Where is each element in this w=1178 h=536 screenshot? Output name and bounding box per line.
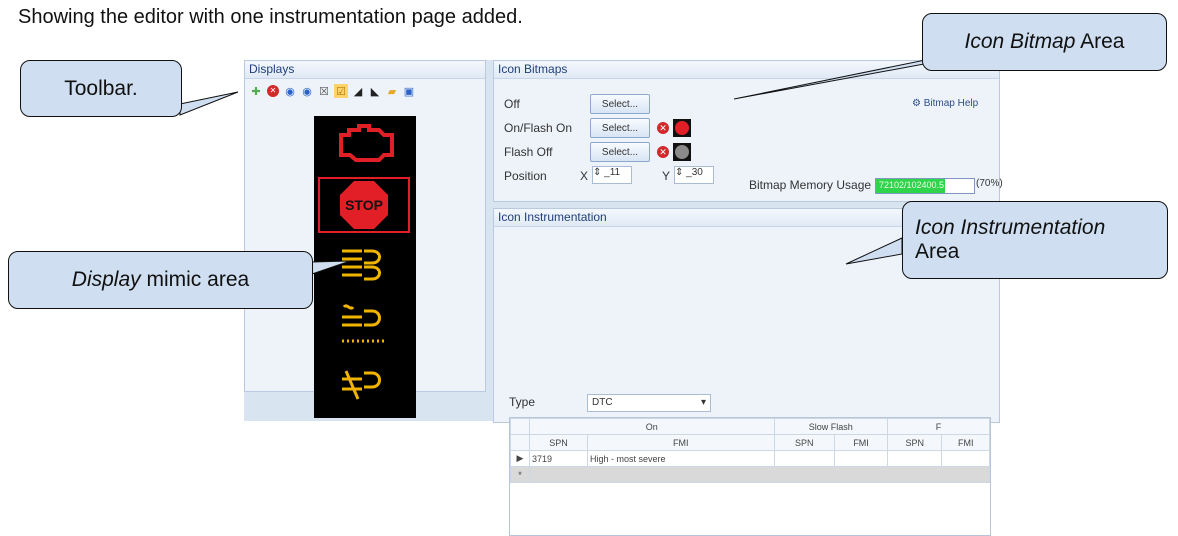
row-header	[510, 434, 530, 451]
new-row-area[interactable]	[529, 466, 990, 483]
row-selector-icon[interactable]: ▶	[510, 450, 530, 467]
instrumentation-grid: On Slow Flash F SPN FMI SPN FMI SPN FMI …	[509, 417, 991, 536]
empty-cell[interactable]	[834, 450, 889, 467]
column-header: FMI	[834, 434, 889, 451]
icon-instrumentation-callout: Icon Instrumentation Area	[902, 201, 1168, 279]
icon-bitmap-callout-title: Icon Bitmap	[964, 30, 1076, 53]
column-header: FMI	[586, 434, 775, 451]
display-callout-rest: mimic area	[140, 268, 250, 291]
column-header: SPN	[887, 434, 943, 451]
table-row[interactable]: ▶ 3719 High - most severe	[510, 450, 990, 467]
icon-bitmap-callout-area: Area	[1080, 30, 1125, 53]
icon-instrumentation-callout-area: Area	[915, 240, 960, 263]
toolbar-pointer	[179, 91, 239, 116]
new-row[interactable]: *	[510, 466, 990, 483]
column-header: SPN	[529, 434, 588, 451]
display-pointer	[311, 260, 351, 275]
icon-instrumentation-pointer	[845, 237, 903, 265]
empty-cell[interactable]	[887, 450, 943, 467]
column-header: FMI	[941, 434, 990, 451]
icon-instrumentation-callout-title: Icon Instrumentation	[915, 216, 1106, 239]
icon-bitmap-callout: Icon Bitmap Area	[922, 13, 1167, 71]
display-callout: Display mimic area	[8, 251, 313, 309]
column-header: SPN	[773, 434, 836, 451]
empty-cell[interactable]	[941, 450, 990, 467]
new-row-marker: *	[510, 466, 530, 483]
display-callout-title: Display	[71, 268, 141, 291]
spn-cell[interactable]: 3719	[529, 450, 588, 467]
toolbar-callout: Toolbar.	[20, 60, 182, 117]
empty-cell[interactable]	[773, 450, 836, 467]
fmi-cell[interactable]: High - most severe	[586, 450, 775, 467]
toolbar-callout-label: Toolbar.	[64, 76, 138, 100]
